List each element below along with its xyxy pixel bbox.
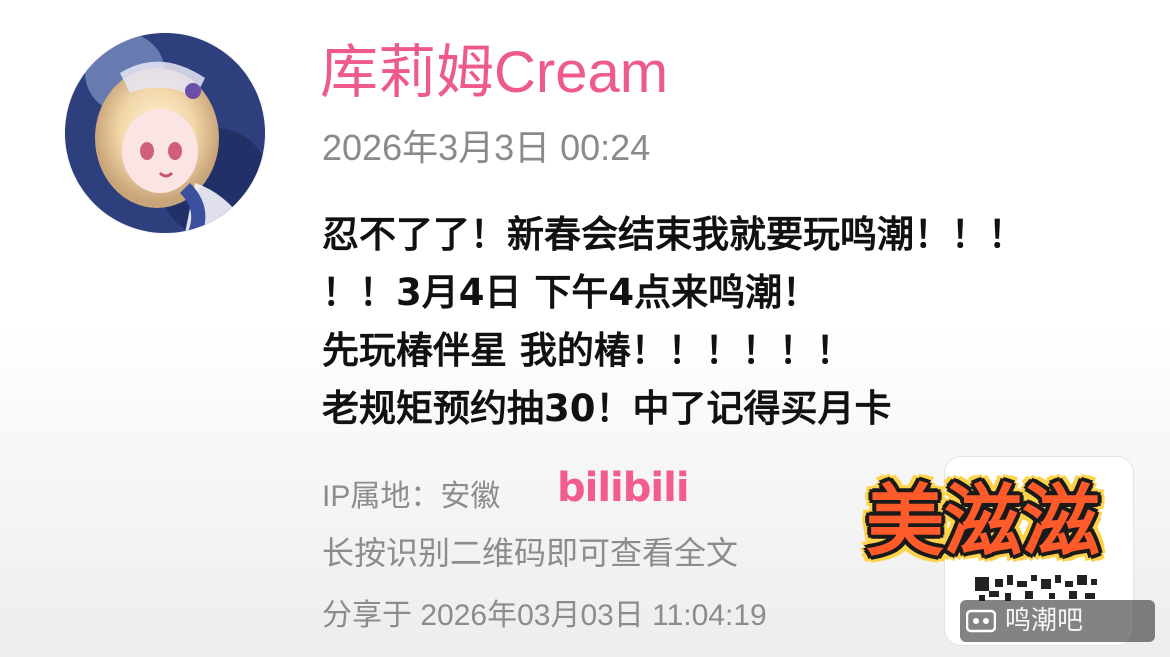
ip-location: IP属地：安徽 bbox=[322, 480, 501, 513]
anime-avatar-icon bbox=[65, 33, 265, 233]
qr-hint-text: 长按识别二维码即可查看全文 bbox=[322, 535, 739, 571]
sticker-badge: 美滋滋 bbox=[858, 462, 1170, 582]
user-avatar[interactable] bbox=[65, 33, 265, 233]
content-line: ！！3月4日 下午4点来鸣潮！ bbox=[322, 271, 820, 314]
badge-text: 美滋滋 bbox=[866, 477, 1101, 567]
content-line: 忍不了了！新春会结束我就要玩鸣潮！！！ bbox=[322, 213, 1025, 256]
share-timestamp: 分享于 2026年03月03日 11:04:19 bbox=[322, 599, 767, 632]
content-line: 老规矩预约抽30！中了记得买月卡 bbox=[322, 387, 892, 430]
post-content: 忍不了了！新春会结束我就要玩鸣潮！！！ ！！3月4日 下午4点来鸣潮！ 先玩椿伴… bbox=[322, 206, 1142, 438]
content-line: 先玩椿伴星 我的椿！！！！！！ bbox=[322, 329, 853, 372]
ip-location-row: IP属地：安徽 bbox=[322, 470, 500, 516]
bilibili-logo: bilibili bbox=[557, 465, 690, 511]
tieba-paw-icon bbox=[966, 609, 996, 633]
watermark-text: 鸣潮吧 bbox=[1005, 606, 1084, 636]
post-share-card: 库莉姆Cream 2026年3月3日 00:24 忍不了了！新春会结束我就要玩鸣… bbox=[0, 0, 1170, 657]
username[interactable]: 库莉姆Cream bbox=[320, 38, 668, 108]
post-timestamp: 2026年3月3日 00:24 bbox=[322, 127, 651, 168]
